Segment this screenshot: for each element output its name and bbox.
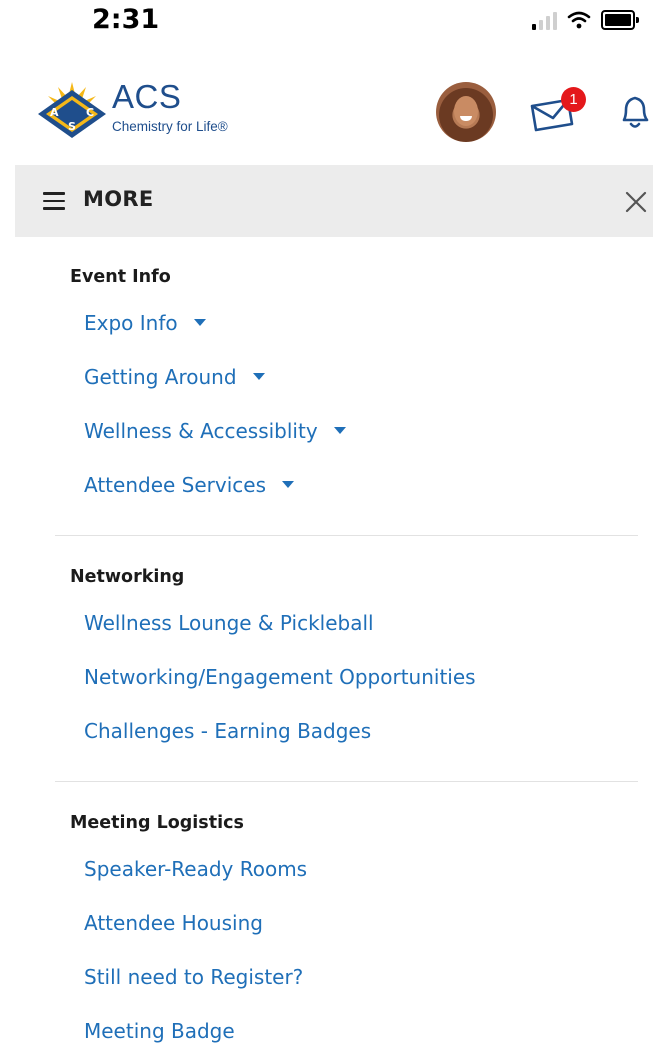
status-icons (532, 10, 639, 30)
section-title-meeting-logistics: Meeting Logistics (70, 813, 244, 833)
caret-down-icon (282, 481, 294, 488)
wifi-icon (567, 11, 591, 29)
more-menu-bar: MORE (15, 165, 653, 237)
menu-item-attendee-housing[interactable]: Attendee Housing (84, 911, 263, 935)
section-title-networking: Networking (70, 567, 185, 587)
avatar-face (454, 96, 478, 126)
menu-item-label: Attendee Services (84, 473, 266, 497)
menu-item-expo-info[interactable]: Expo Info (84, 311, 206, 335)
battery-icon (601, 10, 639, 30)
menu-item-getting-around[interactable]: Getting Around (84, 365, 265, 389)
menu-item-networking-opportunities[interactable]: Networking/Engagement Opportunities (84, 665, 476, 689)
menu-item-attendee-services[interactable]: Attendee Services (84, 473, 294, 497)
menu-item-register[interactable]: Still need to Register? (84, 965, 303, 989)
menu-item-label: Wellness & Accessiblity (84, 419, 318, 443)
caret-down-icon (333, 427, 346, 434)
section-divider (55, 781, 638, 782)
logo-mark-letter-s: S (68, 120, 76, 133)
logo-tagline: Chemistry for Life® (112, 119, 228, 134)
menu-item-wellness-accessibility[interactable]: Wellness & Accessiblity (84, 419, 346, 443)
more-title: MORE (83, 187, 154, 211)
acs-logo[interactable]: A C S ACS Chemistry for Life® (36, 78, 246, 142)
menu-item-speaker-ready-rooms[interactable]: Speaker-Ready Rooms (84, 857, 307, 881)
cellular-signal-icon (532, 10, 557, 30)
menu-item-label: Expo Info (84, 311, 178, 335)
menu-item-challenges[interactable]: Challenges - Earning Badges (84, 719, 371, 743)
bell-icon[interactable] (616, 90, 653, 138)
caret-down-icon (252, 373, 265, 380)
menu-item-wellness-lounge[interactable]: Wellness Lounge & Pickleball (84, 611, 374, 635)
section-title-event-info: Event Info (70, 267, 171, 287)
caret-down-icon (193, 319, 206, 326)
logo-mark-letter-c: C (86, 106, 95, 119)
app-header: A C S ACS Chemistry for Life® 1 (0, 60, 653, 160)
mail-badge: 1 (561, 87, 586, 112)
section-divider (55, 535, 638, 536)
menu-item-meeting-badge[interactable]: Meeting Badge (84, 1019, 235, 1043)
hamburger-icon[interactable] (43, 192, 65, 210)
logo-text: ACS (112, 78, 182, 115)
close-icon[interactable] (623, 189, 649, 215)
menu-item-label: Getting Around (84, 365, 237, 389)
status-time: 2:31 (92, 4, 160, 35)
avatar[interactable] (436, 82, 496, 142)
status-bar: 2:31 (0, 0, 653, 50)
logo-mark-letter-a: A (50, 106, 59, 119)
